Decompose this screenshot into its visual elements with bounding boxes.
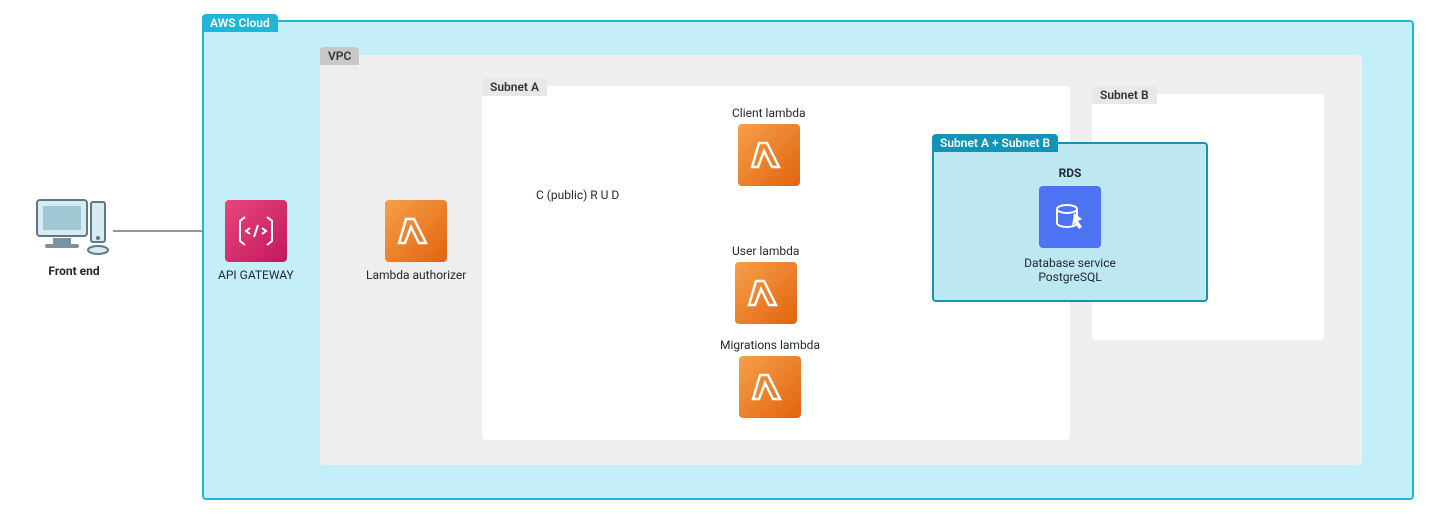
migrations-lambda-node: Migrations lambda <box>720 338 820 418</box>
client-lambda-label: Client lambda <box>732 106 806 120</box>
subnet-b-tag: Subnet B <box>1092 86 1157 104</box>
subnet-ab-tag: Subnet A + Subnet B <box>932 134 1058 152</box>
lambda-icon <box>738 124 800 186</box>
aws-cloud-tag: AWS Cloud <box>202 14 278 32</box>
rds-title: RDS <box>934 166 1206 180</box>
rds-sub2: PostgreSQL <box>934 270 1206 284</box>
vpc-tag: VPC <box>320 47 359 65</box>
frontend-label: Front end <box>48 264 99 278</box>
client-lambda-node: Client lambda <box>732 106 806 186</box>
subnet-ab-container: Subnet A + Subnet B RDS Database service… <box>932 142 1208 302</box>
rds-sub1: Database service <box>934 256 1206 270</box>
lambda-icon <box>739 356 801 418</box>
user-lambda-label: User lambda <box>732 244 799 258</box>
lambda-auth-label: Lambda authorizer <box>366 268 466 282</box>
user-lambda-node: User lambda <box>732 244 799 324</box>
subnet-a-tag: Subnet A <box>482 78 547 96</box>
desktop-icon <box>35 198 113 256</box>
crud-label: C (public) R U D <box>536 188 619 202</box>
rds-icon <box>1039 186 1101 248</box>
architecture-diagram: AWS Cloud VPC Subnet A Subnet B Subnet A… <box>0 0 1440 526</box>
lambda-authorizer-node: Lambda authorizer <box>366 200 466 282</box>
api-gateway-node: API GATEWAY <box>218 200 294 282</box>
frontend-node: Front end <box>34 198 114 278</box>
lambda-icon <box>385 200 447 262</box>
lambda-icon <box>735 262 797 324</box>
api-gateway-label: API GATEWAY <box>218 268 294 282</box>
migrations-lambda-label: Migrations lambda <box>720 338 820 352</box>
api-gateway-icon <box>225 200 287 262</box>
